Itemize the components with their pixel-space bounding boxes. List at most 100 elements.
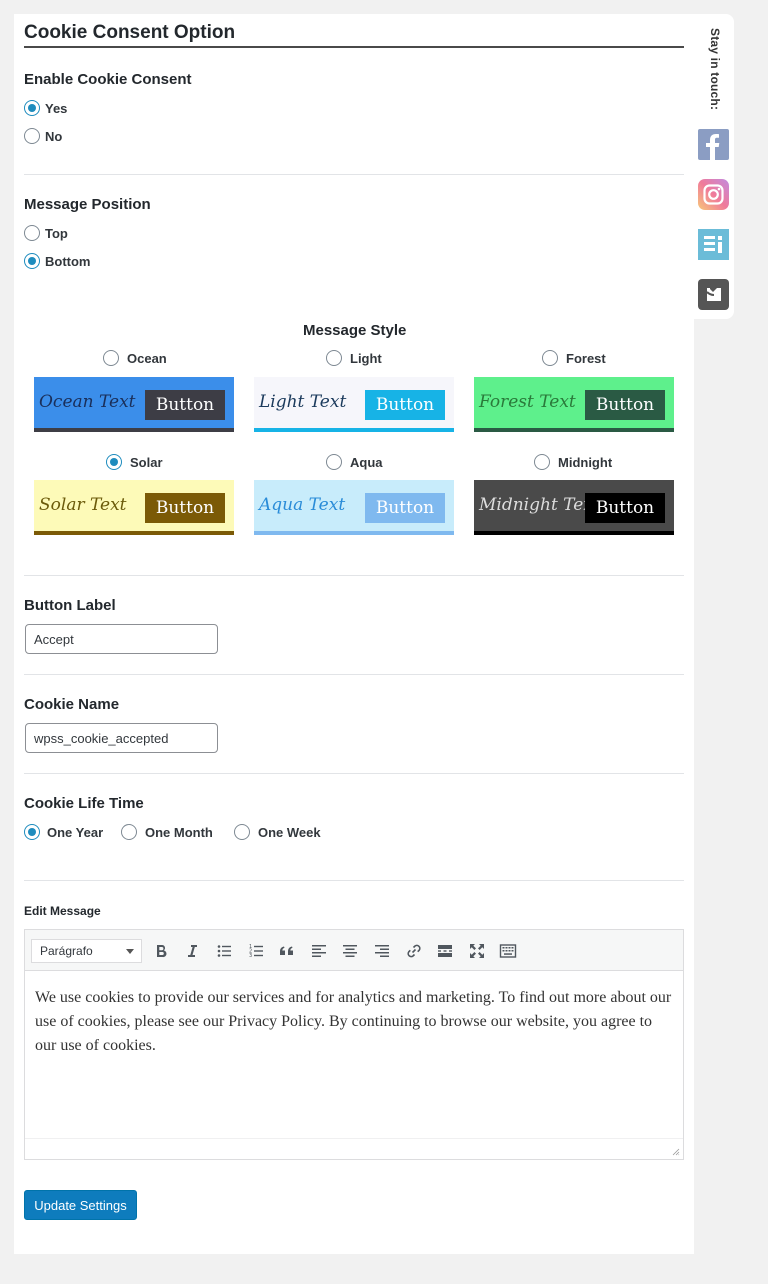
preview-button: Button xyxy=(365,493,445,523)
style-forest-radio[interactable]: Forest xyxy=(542,350,606,366)
align-right-icon[interactable] xyxy=(371,940,393,962)
radio-button[interactable] xyxy=(24,225,40,241)
radio-button[interactable] xyxy=(103,350,119,366)
preview-text: Forest Text xyxy=(479,392,576,412)
style-aqua-preview[interactable]: Aqua Text Button xyxy=(254,480,454,535)
enable-yes-radio[interactable]: Yes xyxy=(24,100,67,116)
instagram-icon[interactable] xyxy=(698,179,729,210)
style-midnight-preview[interactable]: Midnight Text Button xyxy=(474,480,674,535)
button-label-input[interactable] xyxy=(25,624,218,654)
preview-button: Button xyxy=(145,390,225,420)
format-select-value: Parágrafo xyxy=(40,944,93,958)
radio-label: One Month xyxy=(145,824,213,840)
align-center-icon[interactable] xyxy=(339,940,361,962)
radio-button[interactable] xyxy=(24,253,40,269)
radio-button[interactable] xyxy=(542,350,558,366)
read-more-icon[interactable] xyxy=(434,940,456,962)
preview-button: Button xyxy=(585,390,665,420)
button-label-label: Button Label xyxy=(24,597,116,614)
resize-handle-icon[interactable] xyxy=(672,1148,680,1156)
style-solar-radio[interactable]: Solar xyxy=(106,454,163,470)
lifetime-one-month-radio[interactable]: One Month xyxy=(121,824,213,840)
radio-button[interactable] xyxy=(24,824,40,840)
preview-button: Button xyxy=(145,493,225,523)
section-divider xyxy=(24,880,684,881)
radio-button[interactable] xyxy=(106,454,122,470)
radio-label: Forest xyxy=(566,350,606,366)
lifetime-one-year-radio[interactable]: One Year xyxy=(24,824,103,840)
bold-icon[interactable] xyxy=(150,940,172,962)
editor-statusbar xyxy=(25,1138,683,1139)
radio-label: Yes xyxy=(45,100,68,116)
update-settings-button[interactable]: Update Settings xyxy=(24,1190,137,1220)
radio-label: One Year xyxy=(47,824,104,840)
preview-text: Ocean Text xyxy=(39,392,136,412)
editor-toolbar: Parágrafo 123 xyxy=(25,930,683,971)
editor-content[interactable]: We use cookies to provide our services a… xyxy=(35,986,675,1058)
message-position-label: Message Position xyxy=(24,196,151,213)
radio-label: No xyxy=(45,128,63,144)
radio-button[interactable] xyxy=(534,454,550,470)
stay-in-touch-label: Stay in touch: xyxy=(708,28,722,111)
enable-consent-label: Enable Cookie Consent xyxy=(24,71,192,88)
style-solar-preview[interactable]: Solar Text Button xyxy=(34,480,234,535)
preview-text: Aqua Text xyxy=(259,495,346,515)
toolbar-toggle-icon[interactable] xyxy=(497,940,519,962)
svg-text:3: 3 xyxy=(249,953,252,959)
section-divider xyxy=(24,674,684,675)
radio-label: Midnight xyxy=(558,454,613,470)
position-bottom-radio[interactable]: Bottom xyxy=(24,253,91,269)
style-midnight-radio[interactable]: Midnight xyxy=(534,454,612,470)
radio-button[interactable] xyxy=(24,100,40,116)
blockquote-icon[interactable] xyxy=(276,940,298,962)
preview-bar xyxy=(254,531,454,535)
italic-icon[interactable] xyxy=(181,940,203,962)
preview-button: Button xyxy=(585,493,665,523)
website-icon[interactable] xyxy=(698,279,729,310)
bullet-list-icon[interactable] xyxy=(213,940,235,962)
style-forest-preview[interactable]: Forest Text Button xyxy=(474,377,674,432)
style-aqua-radio[interactable]: Aqua xyxy=(326,454,383,470)
fullscreen-icon[interactable] xyxy=(466,940,488,962)
cookie-name-label: Cookie Name xyxy=(24,696,120,713)
numbered-list-icon[interactable]: 123 xyxy=(245,940,267,962)
style-light-radio[interactable]: Light xyxy=(326,350,382,366)
radio-label: One Week xyxy=(258,824,321,840)
cookie-name-input[interactable] xyxy=(25,723,218,753)
radio-button[interactable] xyxy=(121,824,137,840)
radio-label: Light xyxy=(350,350,382,366)
facebook-icon[interactable] xyxy=(698,129,729,160)
preview-button: Button xyxy=(365,390,445,420)
preview-bar xyxy=(474,428,674,432)
format-select[interactable]: Parágrafo xyxy=(31,939,142,963)
radio-button[interactable] xyxy=(326,350,342,366)
style-ocean-radio[interactable]: Ocean xyxy=(103,350,167,366)
title-divider xyxy=(24,46,684,48)
social-sidebar: Stay in touch: xyxy=(694,14,734,319)
style-light-preview[interactable]: Light Text Button xyxy=(254,377,454,432)
preview-text: Midnight Text xyxy=(479,495,600,515)
lifetime-one-week-radio[interactable]: One Week xyxy=(234,824,321,840)
section-divider xyxy=(24,575,684,576)
enable-no-radio[interactable]: No xyxy=(24,128,62,144)
section-divider xyxy=(24,174,684,175)
preview-bar xyxy=(474,531,674,535)
radio-label: Top xyxy=(45,225,68,241)
radio-button[interactable] xyxy=(326,454,342,470)
position-top-radio[interactable]: Top xyxy=(24,225,68,241)
style-ocean-preview[interactable]: Ocean Text Button xyxy=(34,377,234,432)
preview-text: Light Text xyxy=(259,392,347,412)
radio-label: Solar xyxy=(130,454,163,470)
cookie-lifetime-label: Cookie Life Time xyxy=(24,795,144,812)
radio-button[interactable] xyxy=(234,824,250,840)
preview-bar xyxy=(254,428,454,432)
message-editor: Parágrafo 123 We use cookies to provide … xyxy=(24,929,684,1160)
link-icon[interactable] xyxy=(403,940,425,962)
radio-button[interactable] xyxy=(24,128,40,144)
message-style-label: Message Style xyxy=(303,322,407,339)
chevron-down-icon xyxy=(126,949,134,954)
edit-message-label: Edit Message xyxy=(24,904,101,918)
preview-bar xyxy=(34,428,234,432)
wordpress-icon[interactable] xyxy=(698,229,729,260)
align-left-icon[interactable] xyxy=(308,940,330,962)
